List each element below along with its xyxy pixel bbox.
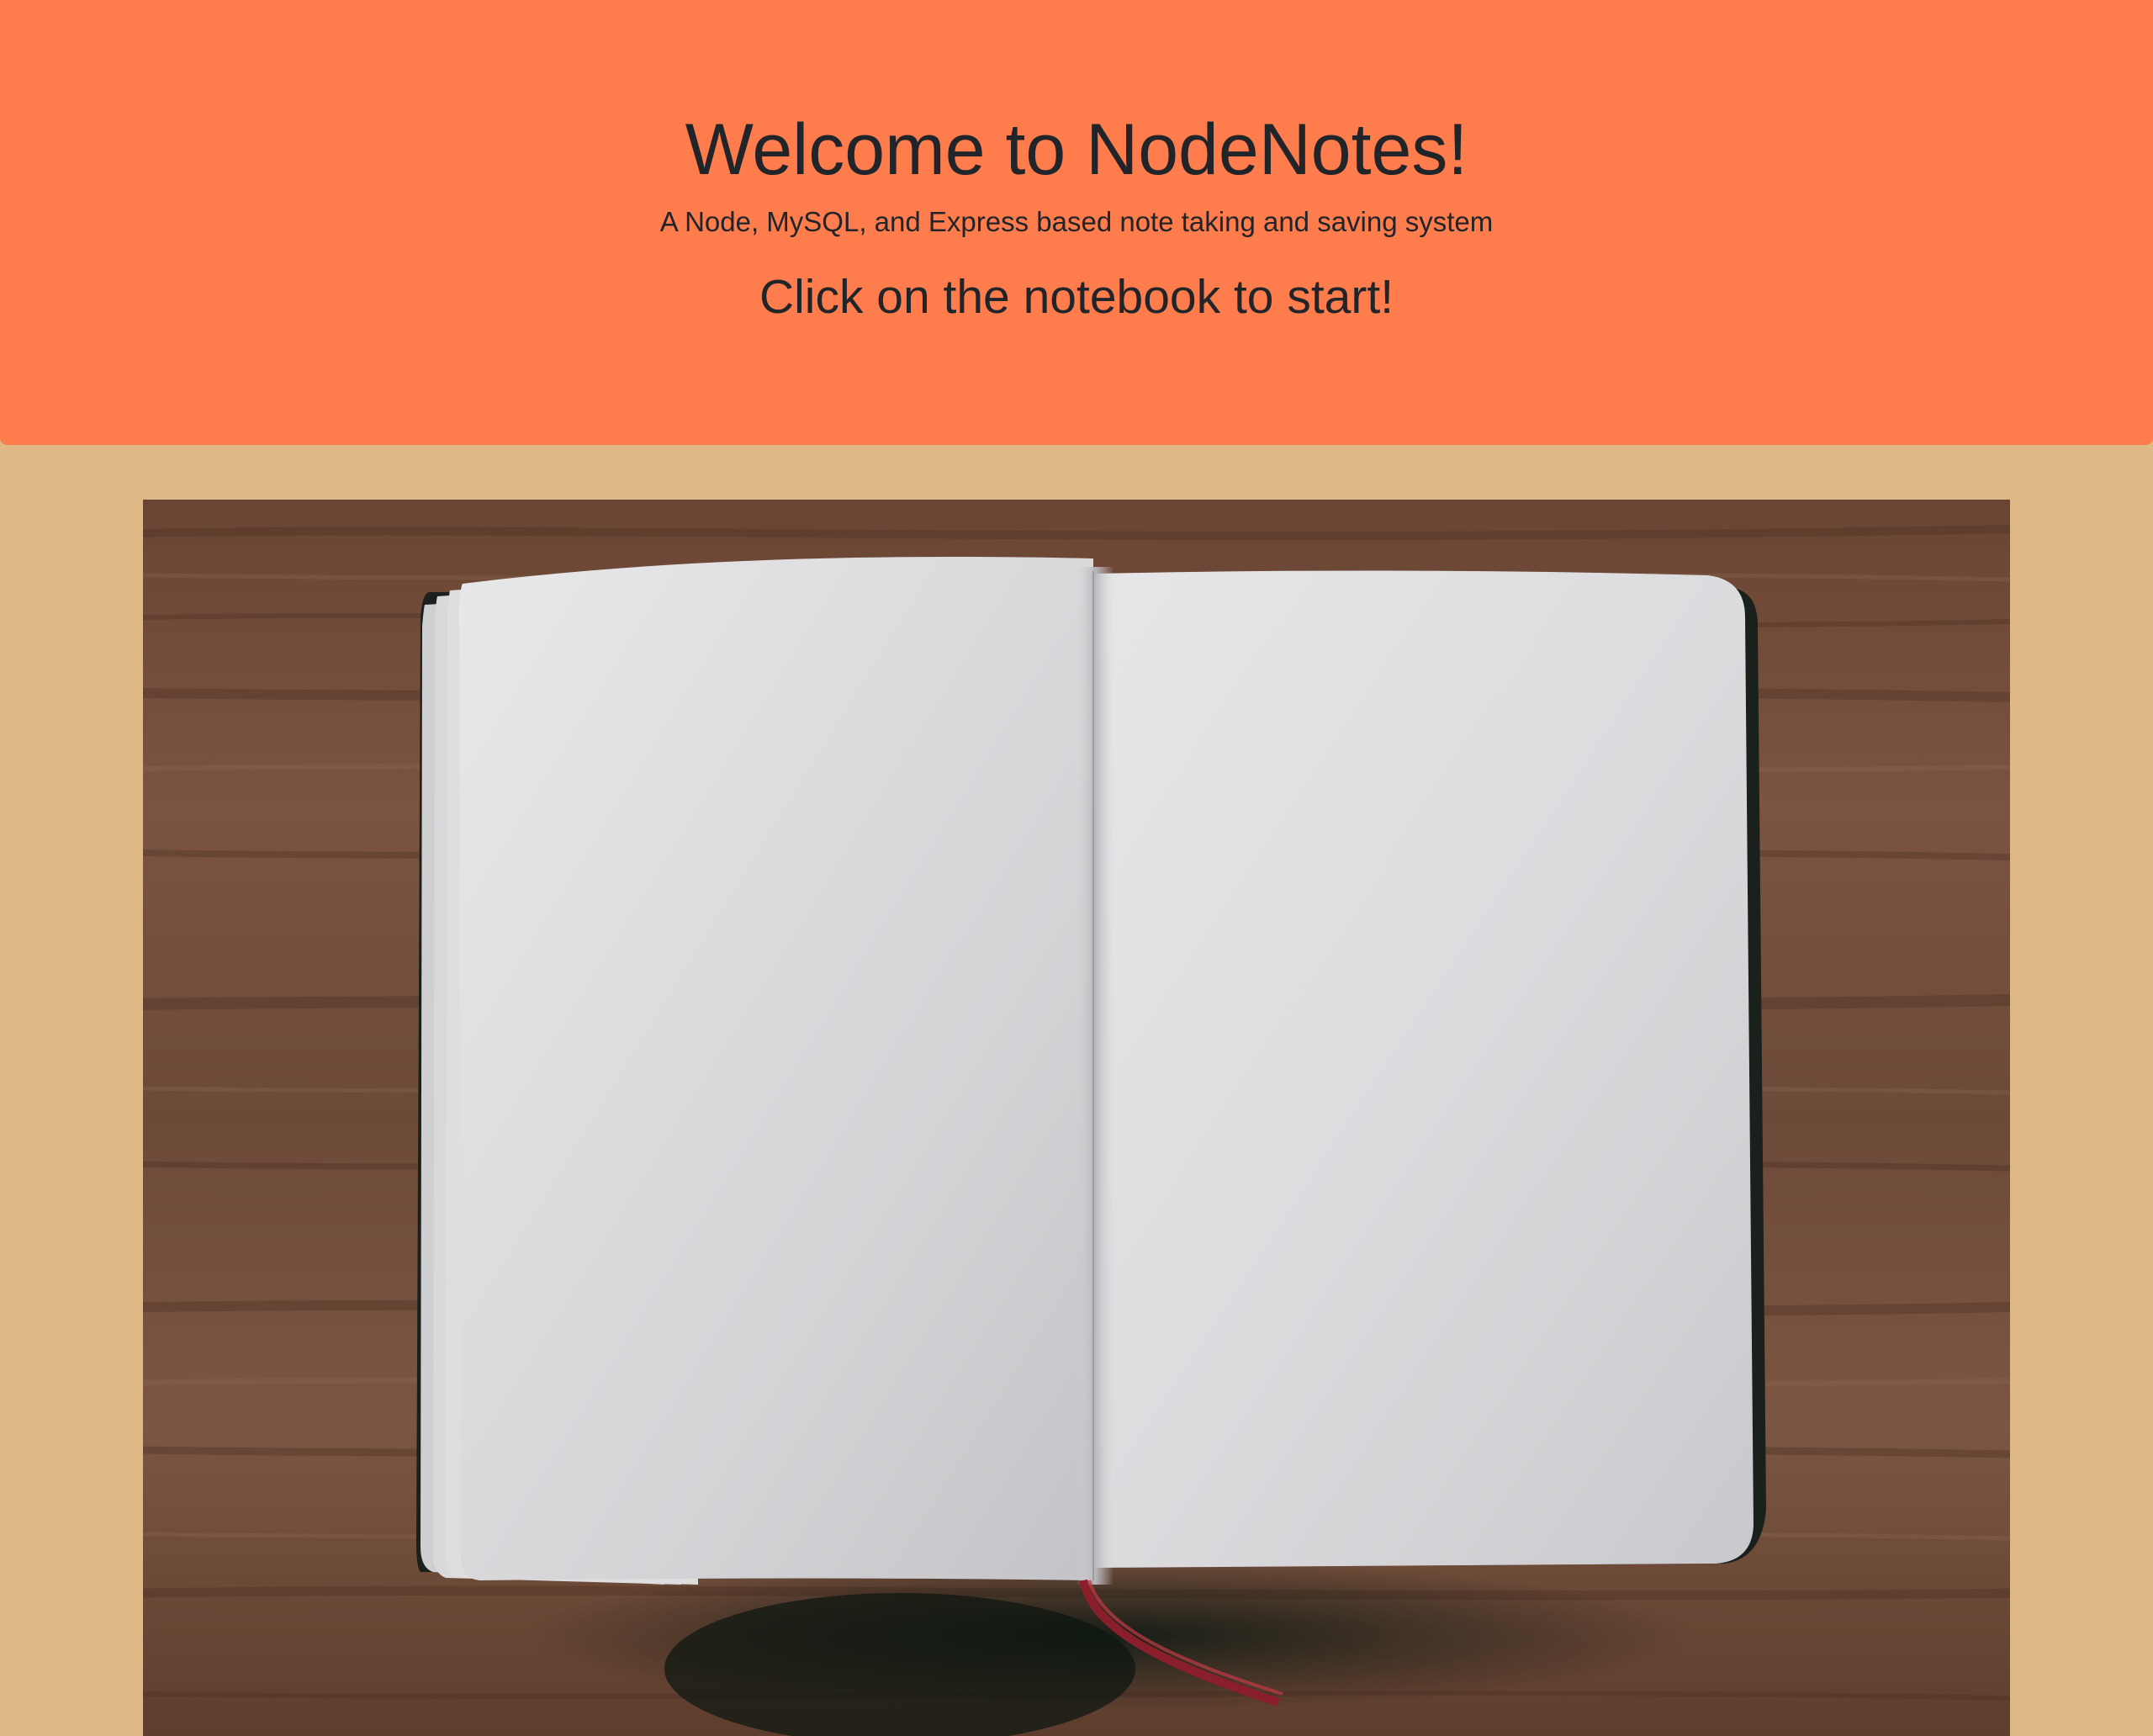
header-jumbotron: Welcome to NodeNotes! A Node, MySQL, and… <box>0 0 2153 445</box>
notebook-image <box>143 500 2010 1736</box>
page-title: Welcome to NodeNotes! <box>685 109 1468 190</box>
page-subtitle: A Node, MySQL, and Express based note ta… <box>659 206 1494 237</box>
start-instruction: Click on the notebook to start! <box>759 270 1394 324</box>
notebook-start-link[interactable] <box>143 500 2010 1736</box>
